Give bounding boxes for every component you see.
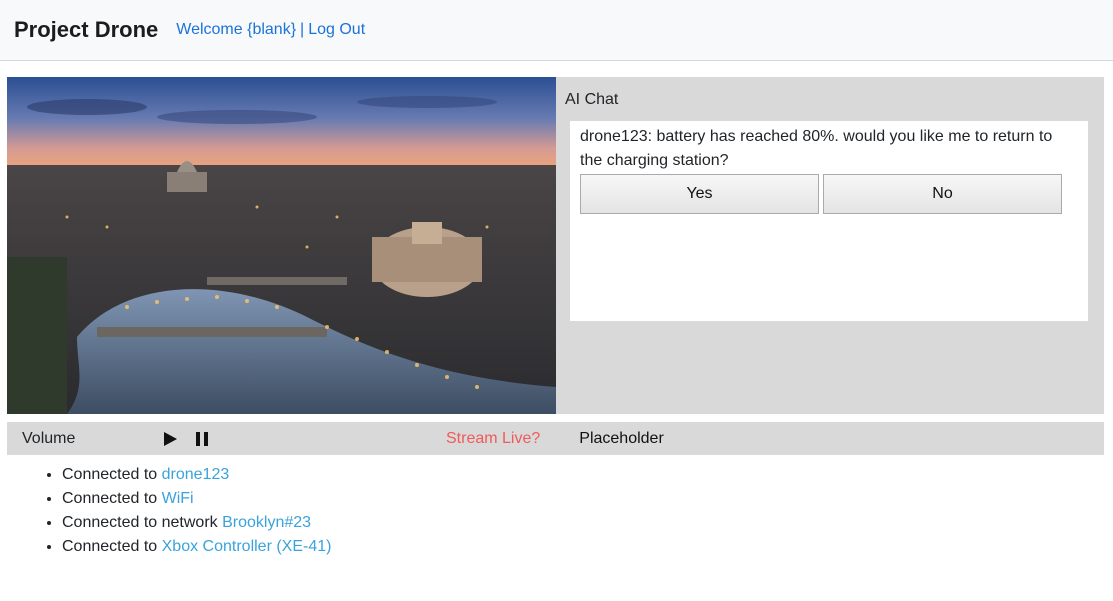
no-button[interactable]: No bbox=[823, 174, 1062, 214]
ai-chat-panel: AI Chat drone123: battery has reached 80… bbox=[556, 77, 1104, 414]
welcome-link[interactable]: Welcome {blank} bbox=[176, 21, 296, 39]
nav-separator: | bbox=[300, 21, 305, 38]
chat-title: AI Chat bbox=[565, 91, 619, 108]
play-icon[interactable] bbox=[160, 429, 180, 449]
status-value[interactable]: Xbox Controller (XE-41) bbox=[162, 538, 332, 555]
status-prefix: Connected to network bbox=[62, 514, 223, 531]
chat-message: drone123: battery has reached 80%. would… bbox=[580, 128, 1053, 169]
list-item: Connected to network Brooklyn#23 bbox=[62, 511, 331, 535]
yes-button[interactable]: Yes bbox=[580, 174, 819, 214]
main-row: AI Chat drone123: battery has reached 80… bbox=[7, 77, 1104, 414]
chat-buttons: Yes No bbox=[580, 174, 1078, 214]
controls-bar: Volume Stream Live? Placeholder bbox=[7, 422, 1104, 455]
list-item: Connected to drone123 bbox=[62, 463, 331, 487]
placeholder-label: Placeholder bbox=[579, 429, 664, 447]
stream-live-button[interactable]: Stream Live? bbox=[446, 430, 540, 448]
top-navbar: Project Drone Welcome {blank} | Log Out bbox=[0, 0, 1113, 61]
status-prefix: Connected to bbox=[62, 490, 162, 507]
city-river-photo bbox=[7, 77, 556, 414]
status-value[interactable]: drone123 bbox=[162, 466, 230, 483]
volume-label[interactable]: Volume bbox=[22, 430, 160, 448]
status-value[interactable]: Brooklyn#23 bbox=[222, 514, 311, 531]
status-prefix: Connected to bbox=[62, 538, 162, 555]
status-prefix: Connected to bbox=[62, 466, 162, 483]
logout-link[interactable]: Log Out bbox=[308, 21, 365, 39]
list-item: Connected to WiFi bbox=[62, 487, 331, 511]
list-item: Connected to Xbox Controller (XE-41) bbox=[62, 535, 331, 559]
brand-title[interactable]: Project Drone bbox=[14, 17, 158, 43]
drone-video-feed[interactable] bbox=[7, 77, 556, 414]
pause-icon[interactable] bbox=[192, 429, 212, 449]
connection-status-list: Connected to drone123 Connected to WiFi … bbox=[0, 463, 331, 559]
status-value[interactable]: WiFi bbox=[162, 490, 194, 507]
nav-links: Welcome {blank} | Log Out bbox=[176, 21, 365, 39]
chat-box: drone123: battery has reached 80%. would… bbox=[570, 121, 1088, 321]
